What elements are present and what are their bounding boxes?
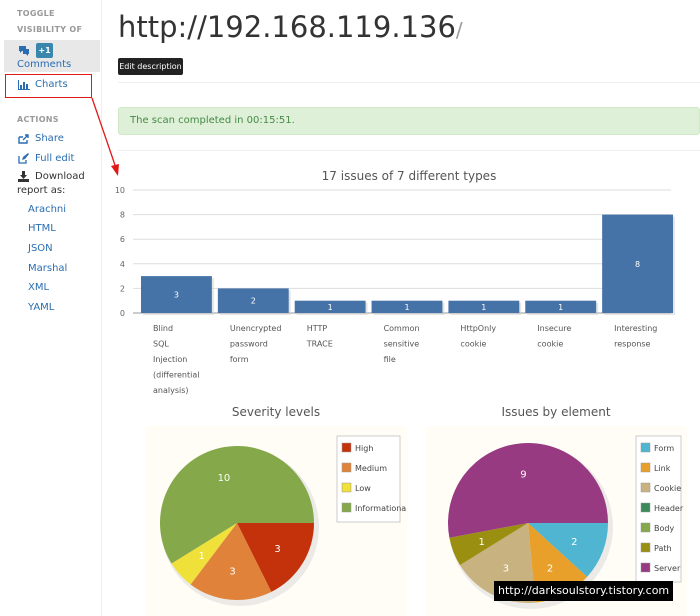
watermark: http://darksoulstory.tistory.com — [494, 581, 674, 601]
x-category-label: Injection — [153, 355, 187, 364]
x-category-label: sensitive — [384, 340, 420, 349]
x-category-label: Common — [384, 324, 420, 333]
x-category-label: Insecure — [537, 324, 571, 333]
x-category-label: analysis) — [153, 386, 189, 395]
y-tick-label: 0 — [120, 309, 125, 318]
legend-label: Low — [355, 484, 371, 493]
page-title-suffix: / — [455, 18, 463, 42]
y-tick-label: 8 — [120, 211, 125, 220]
bar-data-label: 1 — [481, 303, 486, 312]
pie-data-label: 3 — [274, 544, 280, 555]
x-category-label: HTTP — [307, 324, 328, 333]
elements-chart-title: Issues by element — [501, 405, 611, 419]
bar-data-label: 1 — [328, 303, 333, 312]
legend-swatch — [640, 462, 651, 473]
page-title: http://192.168.119.136/ — [118, 10, 463, 44]
divider — [118, 150, 700, 151]
legend-swatch — [640, 442, 651, 453]
edit-description-button[interactable]: Edit description — [118, 58, 183, 75]
x-category-label: response — [614, 340, 650, 349]
legend-label: Path — [654, 544, 672, 553]
y-tick-label: 4 — [120, 260, 125, 269]
severity-pie-chart: 3 3 1 10 High Medium Low Informational — [145, 426, 407, 616]
legend-swatch — [640, 522, 651, 533]
pie-data-label: 9 — [520, 470, 526, 481]
x-category-label: HttpOnly — [460, 324, 496, 333]
pie-data-label: 3 — [503, 563, 509, 574]
pie-data-label: 2 — [571, 537, 577, 548]
legend-swatch — [341, 462, 352, 473]
legend-swatch — [640, 502, 651, 513]
legend-label: Server — [654, 564, 681, 573]
legend-label: Medium — [355, 464, 387, 473]
legend-swatch — [640, 542, 651, 553]
bar-data-label: 1 — [404, 303, 409, 312]
divider — [118, 82, 700, 83]
x-category-label: file — [384, 355, 396, 364]
y-tick-label: 6 — [120, 235, 125, 244]
scan-complete-alert: The scan completed in 00:15:51. — [118, 107, 700, 135]
legend-label: Link — [654, 464, 671, 473]
legend-swatch — [341, 502, 352, 513]
legend-swatch — [341, 482, 352, 493]
pie-data-label: 1 — [479, 537, 485, 548]
severity-chart-title: Severity levels — [231, 405, 321, 419]
x-category-label: form — [230, 355, 249, 364]
bar-data-label: 2 — [251, 297, 256, 306]
pie-data-label: 2 — [547, 563, 553, 574]
x-category-label: (differential — [153, 371, 199, 380]
x-category-label: password — [230, 340, 268, 349]
bar-data-label: 3 — [174, 291, 179, 300]
legend-label: Header — [654, 504, 684, 513]
pie-data-label: 10 — [218, 473, 231, 484]
legend-label: Informational — [355, 504, 407, 513]
x-category-label: SQL — [153, 340, 169, 349]
bar-data-label: 1 — [558, 303, 563, 312]
x-category-label: Unencrypted — [230, 324, 282, 333]
legend-swatch — [341, 442, 352, 453]
x-category-label: Blind — [153, 324, 173, 333]
x-category-label: Interesting — [614, 324, 657, 333]
legend-swatch — [640, 482, 651, 493]
pie-data-label: 3 — [229, 567, 235, 578]
x-category-label: TRACE — [306, 340, 333, 349]
legend-label: High — [355, 444, 373, 453]
legend-swatch — [640, 562, 651, 573]
bar-data-label: 8 — [635, 260, 640, 269]
legend-label: Cookie — [654, 484, 681, 493]
legend-label: Body — [654, 524, 674, 533]
y-tick-label: 10 — [115, 186, 125, 195]
legend-label: Form — [654, 444, 674, 453]
y-tick-label: 2 — [120, 284, 125, 293]
issues-bar-chart: 0 2 4 6 8 10 3 Blind SQL Injection (differential an… — [115, 186, 675, 395]
x-category-label: cookie — [537, 340, 563, 349]
x-category-label: cookie — [460, 340, 486, 349]
page-title-url: http://192.168.119.136 — [118, 10, 456, 44]
pie-data-label: 1 — [199, 551, 205, 562]
